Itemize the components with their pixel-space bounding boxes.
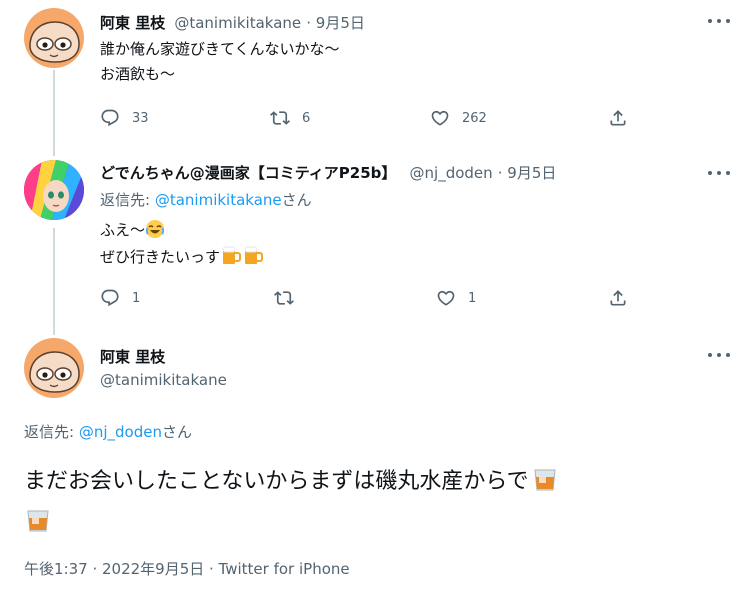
handle[interactable]: @tanimikitakane [174,14,301,32]
reply-prefix: 返信先: [24,423,79,441]
reply-button[interactable]: 1 [100,288,140,308]
like-count: 1 [468,290,477,306]
laughing-emoji [145,219,165,247]
display-name[interactable]: 阿東 里枝 [100,346,165,367]
reply-suffix: さん [281,191,312,209]
tweet-date[interactable]: 9月5日 [507,164,556,182]
like-button[interactable]: 1 [436,288,476,308]
retweet-icon [274,288,294,308]
avatar[interactable] [24,160,84,220]
tweet-text: ぜひ行きたいっす [100,248,221,266]
display-name[interactable]: 阿東 里枝 [100,14,165,32]
thread-line [53,228,55,335]
handle[interactable]: @nj_doden [410,164,493,182]
tweet-text-line: お酒飲も〜 [100,65,176,83]
tweet-date[interactable]: 9月5日 [316,14,365,32]
reply-button[interactable]: 33 [100,108,149,128]
handle[interactable]: @tanimikitakane [100,371,227,389]
reply-prefix: 返信先: [100,191,155,209]
tweet-timestamp[interactable]: 午後1:37 · 2022年9月5日 · Twitter for iPhone [24,558,350,579]
reply-context: 返信先: @nj_dodenさん [24,420,192,445]
share-button[interactable] [608,288,628,308]
beer-emoji [242,244,264,274]
reply-context: 返信先: @tanimikitakaneさん [100,188,312,213]
retweet-count: 6 [302,110,311,126]
tweet-text-line: 誰か俺ん家遊びきてくんないかな〜 [100,40,340,58]
like-icon [436,288,456,308]
tweet-text: ふえ〜 [100,221,146,239]
share-icon [608,108,628,128]
reply-count: 1 [132,290,141,306]
dot-separator: · [497,164,508,182]
tweet-text: まだお会いしたことないからまずは磯丸水産からで [24,469,529,494]
avatar[interactable] [24,338,84,398]
avatar[interactable] [24,8,84,68]
more-icon[interactable] [708,16,730,26]
more-icon[interactable] [708,350,730,360]
like-icon [430,108,450,128]
dot-separator: · [306,14,316,32]
retweet-button[interactable] [274,288,306,308]
thread-line [53,70,55,156]
tweet-text-line: ふえ〜 [100,218,165,247]
like-count: 262 [462,110,487,126]
reply-mention-link[interactable]: @nj_doden [79,423,162,441]
whisky-emoji [531,465,559,505]
main-tweet-text: まだお会いしたことないからまずは磯丸水産からで [24,464,734,546]
share-button[interactable] [608,108,628,128]
reply-mention-link[interactable]: @tanimikitakane [155,191,282,209]
share-icon [608,288,628,308]
beer-emoji [220,244,242,274]
whisky-emoji [24,506,52,546]
reply-icon [100,108,120,128]
tweet-text-line: ぜひ行きたいっす [100,244,264,274]
more-icon[interactable] [708,168,730,178]
retweet-button[interactable]: 6 [270,108,310,128]
like-button[interactable]: 262 [430,108,487,128]
display-name[interactable]: どでんちゃん@漫画家【コミティアP25b】 [100,164,396,182]
reply-count: 33 [132,110,149,126]
reply-icon [100,288,120,308]
retweet-icon [270,108,290,128]
reply-suffix: さん [161,423,192,441]
